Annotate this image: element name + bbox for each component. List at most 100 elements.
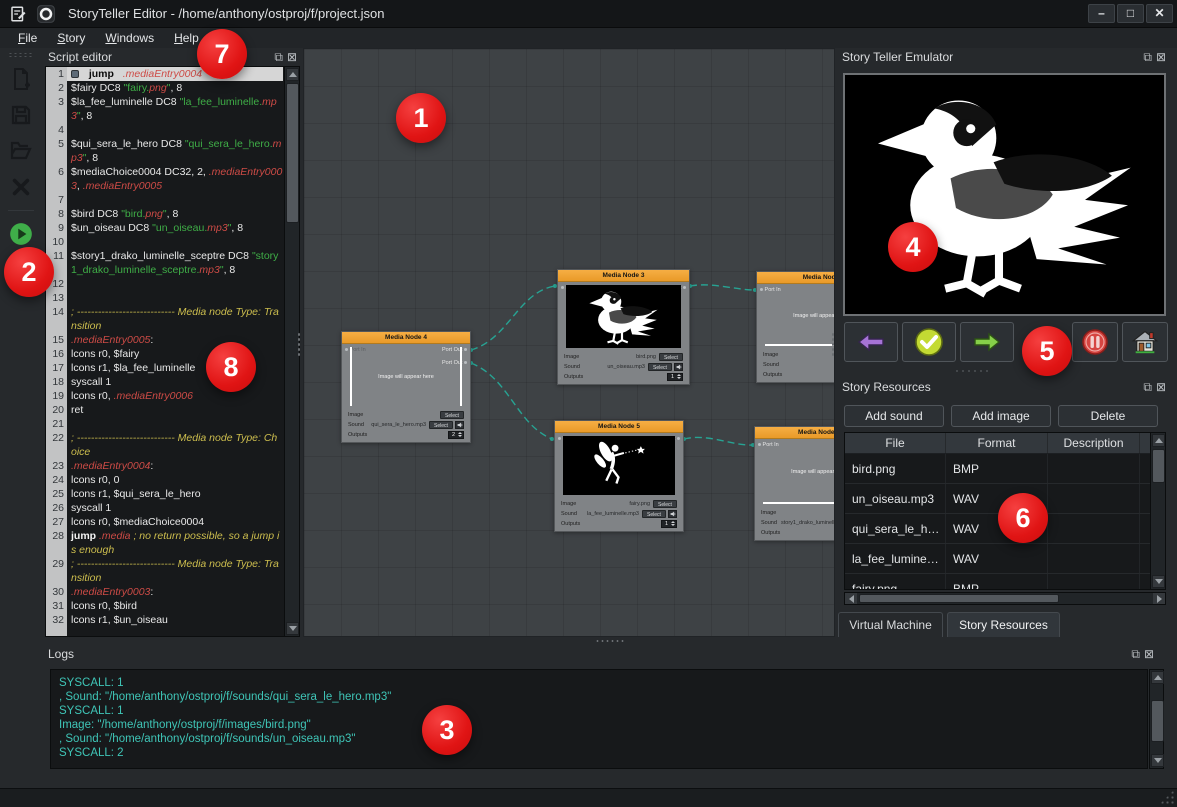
back-button[interactable] <box>844 322 898 362</box>
emulator-screen <box>843 73 1166 316</box>
menu-story[interactable]: Story <box>49 29 93 47</box>
annotation-marker-2: 2 <box>4 247 54 297</box>
resize-grip[interactable] <box>1160 790 1174 804</box>
close-project-button[interactable] <box>6 172 36 202</box>
speaker-icon[interactable] <box>668 510 677 518</box>
code-line-1: 1 jump .mediaEntry0004 <box>46 67 283 81</box>
close-icon[interactable]: ⊠ <box>1156 380 1166 394</box>
home-button[interactable] <box>1122 322 1168 362</box>
code-line-12: 12 <box>46 277 283 291</box>
select-image-button[interactable]: Select <box>440 411 464 419</box>
resources-hscrollbar[interactable] <box>844 592 1166 605</box>
select-sound-button[interactable]: Select <box>642 510 666 518</box>
select-sound-button[interactable]: Select <box>429 421 453 429</box>
tab-story-resources[interactable]: Story Resources <box>947 612 1060 637</box>
menu-windows[interactable]: Windows <box>97 29 162 47</box>
add-image-button[interactable]: Add image <box>951 405 1051 427</box>
save-button[interactable] <box>6 100 36 130</box>
minimize-button[interactable]: – <box>1088 4 1115 23</box>
maximize-button[interactable]: □ <box>1117 4 1144 23</box>
select-sound-button[interactable]: Select <box>648 363 672 371</box>
float-icon[interactable]: ⧉ <box>1143 380 1152 394</box>
script-editor-title: Script editor <box>48 50 112 64</box>
select-image-button[interactable]: Select <box>659 353 683 361</box>
script-app-icon <box>8 4 28 24</box>
logs-scrollbar[interactable] <box>1149 669 1164 769</box>
delete-button[interactable]: Delete <box>1058 405 1158 427</box>
column-header[interactable]: Format <box>946 433 1048 453</box>
code-line-30: 30.mediaEntry0003: <box>46 585 283 599</box>
resources-vscrollbar[interactable] <box>1150 433 1165 589</box>
node-title[interactable]: Media Node 3 <box>558 270 689 282</box>
node-title[interactable]: Media Node 6 <box>755 427 835 439</box>
node-title[interactable]: Media Node 4 <box>342 332 470 344</box>
column-header[interactable]: Description <box>1048 433 1140 453</box>
graph-node[interactable]: Media Node 4 Port InPort Out Port Out Im… <box>341 331 471 443</box>
code-line-13: 13 <box>46 291 283 305</box>
outputs-spinner[interactable]: 2 <box>448 431 464 439</box>
table-row[interactable]: fairy.pngBMP <box>845 574 1165 590</box>
node-title[interactable]: Media Node 5 <box>555 421 683 433</box>
open-button[interactable] <box>6 136 36 166</box>
graph-node[interactable]: Media Node 5 Port InPort Out Imagefairy.… <box>554 420 684 532</box>
graph-node[interactable]: Media Node 3 Port InPort Out Imagebird.p… <box>557 269 690 385</box>
confirm-button[interactable] <box>902 322 956 362</box>
logs-title: Logs <box>48 647 74 661</box>
annotation-marker-6: 6 <box>998 493 1048 543</box>
outputs-spinner[interactable]: 1 <box>667 373 683 381</box>
code-line-29: 29; ---------------------------- Media n… <box>46 557 283 585</box>
fairy-image <box>563 436 675 495</box>
code-line-10: 10 <box>46 235 283 249</box>
speaker-icon[interactable] <box>455 421 464 429</box>
code-line-11: 11$story1_drako_luminelle_sceptre DC8 "s… <box>46 249 283 277</box>
annotation-marker-8: 8 <box>206 342 256 392</box>
close-icon[interactable]: ⊠ <box>1156 50 1166 64</box>
status-bar <box>0 788 1177 807</box>
float-icon[interactable]: ⧉ <box>274 50 283 64</box>
next-button[interactable] <box>960 322 1014 362</box>
code-line-9: 9$un_oiseau DC8 "un_oiseau.mp3", 8 <box>46 221 283 235</box>
menu-file[interactable]: File <box>10 29 45 47</box>
add-sound-button[interactable]: Add sound <box>844 405 944 427</box>
new-script-button[interactable] <box>6 64 36 94</box>
speaker-icon[interactable] <box>674 363 683 371</box>
code-line-5: 5$qui_sera_le_hero DC8 "qui_sera_le_hero… <box>46 137 283 165</box>
splitter-handle[interactable] <box>595 639 625 643</box>
graph-node[interactable]: Media Node 6 Port InImage will appear he… <box>754 426 835 541</box>
annotation-marker-4: 4 <box>888 222 938 272</box>
emulator-title: Story Teller Emulator <box>842 50 953 64</box>
toolbar-drag-handle[interactable] <box>8 52 34 58</box>
splitter-handle[interactable] <box>297 332 301 358</box>
column-header[interactable]: File <box>845 433 946 453</box>
code-line-14: 14; ---------------------------- Media n… <box>46 305 283 333</box>
code-line-21: 21 <box>46 417 283 431</box>
code-line-8: 8$bird DC8 "bird.png", 8 <box>46 207 283 221</box>
code-line-20: 20ret <box>46 403 283 417</box>
pause-button[interactable] <box>1072 322 1118 362</box>
window-controls: –□✕ <box>1088 4 1177 23</box>
code-line-3: 3$la_fee_luminelle DC8 "la_fee_luminelle… <box>46 95 283 123</box>
run-button[interactable] <box>6 219 36 249</box>
tab-virtual-machine[interactable]: Virtual Machine <box>838 612 943 637</box>
splitter-handle[interactable] <box>831 332 835 358</box>
table-row[interactable]: bird.pngBMP <box>845 454 1165 484</box>
node-title[interactable]: Media Node <box>757 272 835 284</box>
window-title: StoryTeller Editor - /home/anthony/ostpr… <box>68 6 384 21</box>
select-image-button[interactable]: Select <box>653 500 677 508</box>
float-icon[interactable]: ⧉ <box>1131 647 1140 661</box>
close-icon[interactable]: ⊠ <box>1144 647 1154 661</box>
image-placeholder: Image will appear here <box>763 442 835 504</box>
image-placeholder: Image will appear here <box>350 347 462 406</box>
resources-title: Story Resources <box>842 380 931 394</box>
table-row[interactable]: la_fee_lumine…WAV <box>845 544 1165 574</box>
node-canvas[interactable]: Media Node 4 Port InPort Out Port Out Im… <box>303 48 835 637</box>
graph-node[interactable]: Media Node Port InImage will appear here… <box>756 271 835 383</box>
close-icon[interactable]: ⊠ <box>287 50 297 64</box>
logs-output[interactable]: SYSCALL: 1, Sound: "/home/anthony/ostpro… <box>50 669 1148 769</box>
code-line-24: 24lcons r0, 0 <box>46 473 283 487</box>
emulator-drag-handle[interactable] <box>954 369 990 373</box>
outputs-spinner[interactable]: 1 <box>661 520 677 528</box>
code-line-28: 28jump .media ; no return possible, so a… <box>46 529 283 557</box>
close-button[interactable]: ✕ <box>1146 4 1173 23</box>
float-icon[interactable]: ⧉ <box>1143 50 1152 64</box>
